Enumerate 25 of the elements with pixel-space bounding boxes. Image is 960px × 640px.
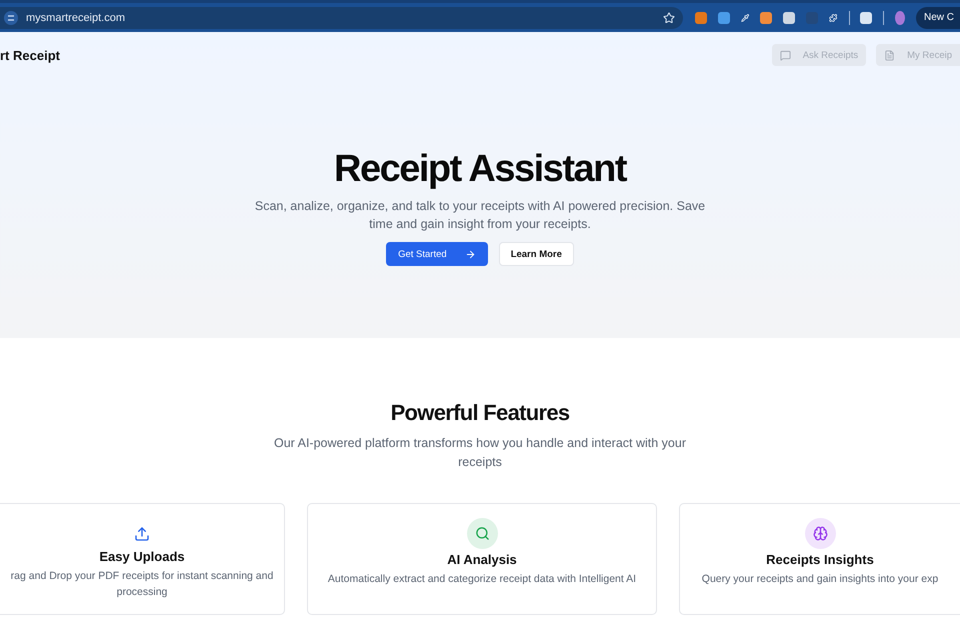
hero-title: Receipt Assistant [334,148,626,191]
document-icon [884,50,896,60]
site-settings-icon[interactable] [4,10,18,24]
eyedropper-icon[interactable] [741,12,750,24]
feature-description: Query your receipts and gain insights into your exp [700,572,940,587]
chat-bubble-icon [780,50,791,60]
brand-name: rt Receipt [0,48,61,62]
bookmark-star-icon[interactable] [663,12,675,24]
feature-title: AI Analysis [447,552,517,567]
feature-title: Easy Uploads [99,549,185,564]
feature-title: Receipts Insights [766,552,874,567]
extensions-puzzle-icon[interactable] [829,12,838,24]
extension-icon[interactable] [718,12,730,24]
feature-description: rag and Drop your PDF receipts for instant scanning and processing [10,569,274,600]
learn-more-button[interactable]: Learn More [498,242,574,266]
features-subtitle: Our AI-powered platform transforms how you handle and interact with your receipts [272,435,687,471]
features-title: Powerful Features [390,400,570,426]
feature-description: Automatically extract and categorize receipt data with Intelligent AI [326,572,638,587]
url-text: mysmartreceipt.com [26,12,126,24]
arrow-right-icon [464,248,476,260]
address-bar[interactable]: mysmartreceipt.com [0,6,683,28]
get-started-button[interactable]: Get Started [386,242,488,266]
extension-icon[interactable] [760,12,772,24]
hero-subtitle: Scan, analize, organize, and talk to your receipts with AI powered precision. Save time and gain insight from your receipts. [254,198,706,233]
new-chrome-button[interactable]: New C [916,6,960,28]
